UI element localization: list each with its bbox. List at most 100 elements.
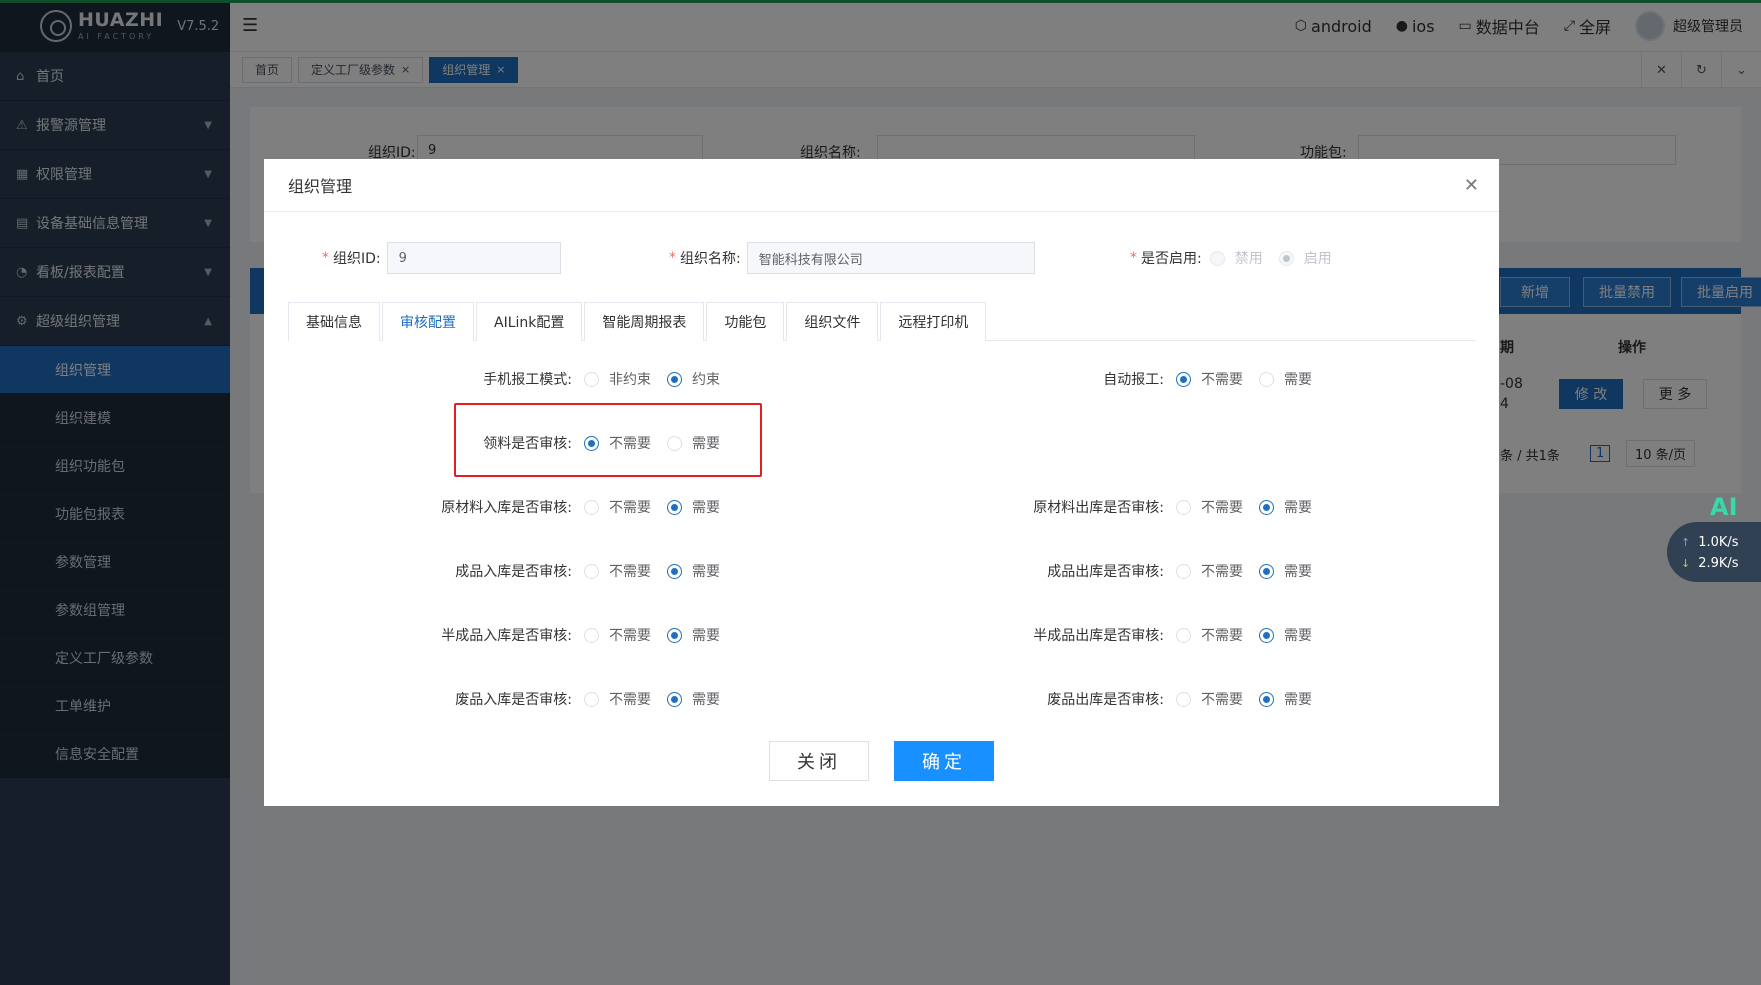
radio-label: 不需要 <box>609 564 651 580</box>
tab-basic-info[interactable]: 基础信息 <box>288 302 380 341</box>
setting-label: 废品入库是否审核: <box>455 692 572 708</box>
setting-label: 半成品出库是否审核: <box>1033 628 1164 644</box>
setting-semi-out: 半成品出库是否审核: 不需要 需要 <box>956 625 1328 645</box>
setting-phone-mode: 手机报工模式: 非约束 约束 <box>364 369 736 389</box>
radio-not-needed[interactable]: 不需要 <box>584 433 651 453</box>
setting-label: 原材料入库是否审核: <box>441 500 572 516</box>
radio-needed[interactable]: 需要 <box>1259 369 1312 389</box>
radio-label: 不需要 <box>609 500 651 516</box>
radio-unconstrained[interactable]: 非约束 <box>584 369 651 389</box>
radio-label: 禁用 <box>1234 251 1263 267</box>
radio-needed[interactable]: 需要 <box>1259 497 1312 517</box>
radio-label: 不需要 <box>1201 372 1243 388</box>
setting-material-audit: 领料是否审核: 不需要 需要 <box>364 433 736 453</box>
tab-ailink-config[interactable]: AILink配置 <box>476 302 583 341</box>
radio-disabled-option[interactable]: 禁用 <box>1209 248 1263 268</box>
radio-not-needed[interactable]: 不需要 <box>1176 561 1243 581</box>
radio-label: 不需要 <box>1201 564 1243 580</box>
confirm-button[interactable]: 确定 <box>894 741 994 781</box>
setting-waste-in: 废品入库是否审核: 不需要 需要 <box>364 689 736 709</box>
radio-not-needed[interactable]: 不需要 <box>1176 497 1243 517</box>
setting-label: 原材料出库是否审核: <box>1033 500 1164 516</box>
radio-label: 非约束 <box>609 372 651 388</box>
radio-label: 需要 <box>1284 628 1312 644</box>
radio-needed[interactable]: 需要 <box>1259 689 1312 709</box>
radio-label: 启用 <box>1303 251 1332 267</box>
setting-label: 手机报工模式: <box>483 372 572 388</box>
radio-label: 不需要 <box>609 692 651 708</box>
upload-speed: 1.0K/s <box>1698 535 1739 550</box>
org-id-value: 9 <box>398 250 407 266</box>
tab-remote-printer[interactable]: 远程打印机 <box>880 302 987 341</box>
radio-needed[interactable]: 需要 <box>667 497 720 517</box>
setting-label: 自动报工: <box>1103 372 1164 388</box>
dialog-header: 组织管理 ✕ <box>264 159 1499 212</box>
radio-not-needed[interactable]: 不需要 <box>584 497 651 517</box>
radio-enabled-option[interactable]: 启用 <box>1278 248 1332 268</box>
download-speed: 2.9K/s <box>1698 556 1739 571</box>
radio-needed[interactable]: 需要 <box>1259 561 1312 581</box>
org-name-row: * 组织名称: 智能科技有限公司 <box>669 242 1035 274</box>
radio-needed[interactable]: 需要 <box>667 433 720 453</box>
org-id-label: 组织ID: <box>333 251 381 267</box>
radio-label: 需要 <box>1284 692 1312 708</box>
radio-not-needed[interactable]: 不需要 <box>584 561 651 581</box>
close-icon[interactable]: ✕ <box>1464 175 1479 196</box>
radio-label: 需要 <box>692 500 720 516</box>
setting-raw-in: 原材料入库是否审核: 不需要 需要 <box>364 497 736 517</box>
radio-label: 需要 <box>1284 372 1312 388</box>
radio-needed[interactable]: 需要 <box>667 689 720 709</box>
tab-audit-config[interactable]: 审核配置 <box>382 302 474 342</box>
setting-label: 半成品入库是否审核: <box>441 628 572 644</box>
radio-constrained[interactable]: 约束 <box>667 369 720 389</box>
radio-label: 需要 <box>692 436 720 452</box>
radio-label: 不需要 <box>609 436 651 452</box>
setting-label: 领料是否审核: <box>483 436 572 452</box>
radio-label: 需要 <box>1284 500 1312 516</box>
radio-not-needed[interactable]: 不需要 <box>1176 625 1243 645</box>
radio-needed[interactable]: 需要 <box>1259 625 1312 645</box>
setting-finished-out: 成品出库是否审核: 不需要 需要 <box>956 561 1328 581</box>
tab-org-files[interactable]: 组织文件 <box>786 302 879 341</box>
setting-auto-report: 自动报工: 不需要 需要 <box>956 369 1328 389</box>
setting-label: 成品出库是否审核: <box>1047 564 1164 580</box>
org-name-value: 智能科技有限公司 <box>758 252 863 268</box>
setting-label: 废品出库是否审核: <box>1047 692 1164 708</box>
setting-waste-out: 废品出库是否审核: 不需要 需要 <box>956 689 1328 709</box>
radio-label: 不需要 <box>1201 628 1243 644</box>
required-mark: * <box>1130 250 1137 266</box>
setting-finished-in: 成品入库是否审核: 不需要 需要 <box>364 561 736 581</box>
radio-label: 约束 <box>692 372 720 388</box>
network-speed-widget[interactable]: ↑ 1.0K/s ↓ 2.9K/s <box>1667 522 1761 582</box>
radio-not-needed[interactable]: 不需要 <box>584 689 651 709</box>
setting-semi-in: 半成品入库是否审核: 不需要 需要 <box>364 625 736 645</box>
enabled-row: * 是否启用: 禁用 启用 <box>1130 242 1348 274</box>
org-id-input[interactable]: 9 <box>386 242 561 274</box>
required-mark: * <box>669 250 676 266</box>
dialog-title: 组织管理 <box>288 177 353 196</box>
org-manage-dialog: 组织管理 ✕ * 组织ID: 9 * 组织名称: 智能科技有限公司 * 是否启用… <box>264 159 1499 806</box>
radio-label: 不需要 <box>1201 692 1243 708</box>
close-button[interactable]: 关闭 <box>769 741 869 781</box>
radio-needed[interactable]: 需要 <box>667 625 720 645</box>
arrow-up-icon: ↑ <box>1681 536 1691 549</box>
enabled-label: 是否启用: <box>1141 251 1202 267</box>
radio-label: 需要 <box>1284 564 1312 580</box>
radio-not-needed[interactable]: 不需要 <box>584 625 651 645</box>
radio-label: 需要 <box>692 692 720 708</box>
org-name-input[interactable]: 智能科技有限公司 <box>746 242 1035 274</box>
ai-badge[interactable]: AI <box>1710 493 1738 521</box>
org-name-label: 组织名称: <box>680 251 741 267</box>
tab-function-package[interactable]: 功能包 <box>706 302 785 341</box>
tab-periodic-report[interactable]: 智能周期报表 <box>584 302 705 341</box>
radio-needed[interactable]: 需要 <box>667 561 720 581</box>
radio-label: 不需要 <box>609 628 651 644</box>
radio-not-needed[interactable]: 不需要 <box>1176 369 1243 389</box>
radio-not-needed[interactable]: 不需要 <box>1176 689 1243 709</box>
setting-raw-out: 原材料出库是否审核: 不需要 需要 <box>956 497 1328 517</box>
radio-label: 不需要 <box>1201 500 1243 516</box>
radio-label: 需要 <box>692 564 720 580</box>
required-mark: * <box>322 250 329 266</box>
arrow-down-icon: ↓ <box>1681 557 1691 570</box>
radio-label: 需要 <box>692 628 720 644</box>
